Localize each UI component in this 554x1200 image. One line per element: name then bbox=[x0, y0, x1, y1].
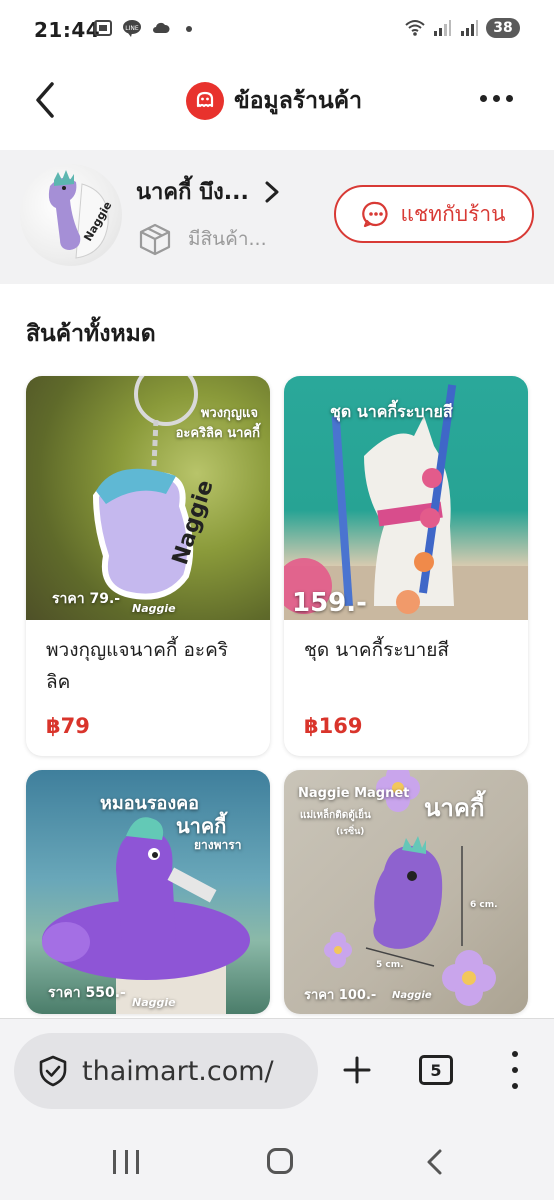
svg-text:LINE: LINE bbox=[125, 25, 139, 32]
product-card[interactable]: Naggie Magnet แม่เหล็กติดตู้เย็น (เรซิ่น… bbox=[284, 770, 528, 1014]
dot bbox=[512, 1051, 518, 1057]
image-overlay-title: ชุด นาคกี้ระบายสี bbox=[330, 402, 453, 421]
shop-name: นาคกี้ บึง... bbox=[136, 180, 249, 205]
image-overlay-subtitle: แม่เหล็กติดตู้เย็น bbox=[300, 810, 371, 821]
bar bbox=[124, 1150, 128, 1174]
new-tab-button[interactable] bbox=[342, 1055, 372, 1085]
image-overlay-brand: Naggie bbox=[132, 996, 176, 1009]
browser-toolbar: thaimart.com/ 5 bbox=[0, 1018, 554, 1122]
shop-subtitle-row: มีสินค้า... bbox=[138, 222, 267, 256]
product-info: ชุด นาคกี้ระบายสี ฿169 bbox=[284, 620, 528, 756]
image-overlay-title: Naggie Magnet bbox=[298, 786, 410, 801]
app-header: ข้อมูลร้านค้า bbox=[0, 62, 554, 148]
recents-button[interactable] bbox=[113, 1150, 139, 1174]
product-image: ชุด นาคกี้ระบายสี 159.- bbox=[284, 376, 528, 620]
product-image: Naggie Magnet แม่เหล็กติดตู้เย็น (เรซิ่น… bbox=[284, 770, 528, 1014]
image-overlay-brand: Naggie bbox=[392, 990, 432, 1001]
product-grid: Naggie พวงกุญแจ อะคริลิค นาคกี้ ราคา 79.… bbox=[26, 376, 528, 1014]
chat-with-shop-button[interactable]: แชทกับร้าน bbox=[334, 185, 534, 243]
status-notification-icons: LINE bbox=[93, 18, 192, 38]
browser-menu-button[interactable] bbox=[510, 1051, 520, 1089]
image-overlay-price: 159.- bbox=[292, 588, 367, 618]
product-card[interactable]: หมอนรองคอ นาคกี้ ยางพารา ราคา 550.- Nagg… bbox=[26, 770, 270, 1014]
image-overlay-subtitle: อะคริลิค นาคกี้ bbox=[175, 426, 260, 441]
screenshot-icon bbox=[94, 20, 112, 36]
product-price: ฿169 bbox=[304, 714, 363, 738]
product-price: ฿79 bbox=[46, 714, 90, 738]
product-card[interactable]: Naggie พวงกุญแจ อะคริลิค นาคกี้ ราคา 79.… bbox=[26, 376, 270, 756]
image-overlay-subtitle: ยางพารา bbox=[194, 838, 242, 852]
product-title: พวงกุญแจนาคกี้ อะคริลิค bbox=[46, 639, 228, 693]
image-overlay-price: ราคา 550.- bbox=[48, 985, 126, 1001]
line-icon: LINE bbox=[123, 20, 141, 37]
shop-avatar[interactable]: Naggie bbox=[20, 164, 122, 266]
product-info: พวงกุญแจนาคกี้ อะคริลิค ฿79 bbox=[26, 620, 270, 756]
status-time: 21:44 bbox=[34, 18, 101, 42]
naggie-mascot-icon: Naggie bbox=[48, 170, 114, 259]
dot bbox=[512, 1067, 518, 1073]
shop-logo-icon bbox=[186, 82, 224, 120]
cloud-icon bbox=[153, 22, 170, 33]
shop-info-section: Naggie นาคกี้ บึง... มีสินค้า... แชทกับร… bbox=[0, 150, 554, 284]
image-overlay-title: พวงกุญแจ bbox=[200, 406, 258, 421]
signal-icon bbox=[461, 20, 478, 36]
system-nav-bar bbox=[0, 1122, 554, 1200]
wifi-icon bbox=[405, 20, 425, 36]
product-image: หมอนรองคอ นาคกี้ ยางพารา ราคา 550.- Nagg… bbox=[26, 770, 270, 1014]
system-back-button[interactable] bbox=[424, 1148, 444, 1176]
dot bbox=[480, 94, 487, 102]
image-overlay-dimension: 6 cm. bbox=[470, 900, 498, 910]
image-overlay-brand: Naggie bbox=[132, 602, 176, 615]
image-overlay-price: ราคา 100.- bbox=[304, 988, 377, 1003]
shield-check-icon[interactable] bbox=[36, 1054, 70, 1088]
url-text: thaimart.com/ bbox=[82, 1055, 274, 1087]
product-card[interactable]: ชุด นาคกี้ระบายสี 159.- ชุด นาคกี้ระบายส… bbox=[284, 376, 528, 756]
chevron-right-icon bbox=[265, 181, 279, 202]
battery-indicator: 38 bbox=[486, 18, 520, 38]
status-system-icons: 38 bbox=[405, 18, 520, 38]
home-button[interactable] bbox=[267, 1148, 293, 1174]
dot bbox=[512, 1083, 518, 1089]
notification-dot bbox=[186, 26, 192, 32]
chat-button-label: แชทกับร้าน bbox=[400, 201, 506, 226]
image-overlay-subtitle: (เรซิ่น) bbox=[336, 827, 365, 837]
bar bbox=[136, 1150, 139, 1174]
image-overlay-price: ราคา 79.- bbox=[52, 591, 121, 607]
product-title: ชุด นาคกี้ระบายสี bbox=[304, 639, 450, 661]
image-overlay-name: นาคกี้ bbox=[424, 794, 485, 822]
box-icon bbox=[139, 223, 171, 256]
image-overlay-dimension: 5 cm. bbox=[376, 960, 404, 970]
page-title: ข้อมูลร้านค้า bbox=[234, 88, 363, 114]
back-button[interactable] bbox=[26, 78, 66, 122]
shop-name-row[interactable]: นาคกี้ บึง... bbox=[136, 174, 281, 209]
address-bar[interactable]: thaimart.com/ bbox=[14, 1033, 318, 1109]
tab-switcher-button[interactable]: 5 bbox=[419, 1055, 453, 1085]
product-image: Naggie พวงกุญแจ อะคริลิค นาคกี้ ราคา 79.… bbox=[26, 376, 270, 620]
more-options-button[interactable] bbox=[480, 88, 514, 108]
bar bbox=[113, 1150, 116, 1174]
magnet-illustration bbox=[324, 770, 496, 1006]
page-title-group: ข้อมูลร้านค้า bbox=[186, 82, 362, 120]
signal-icon bbox=[434, 20, 451, 36]
section-title: สินค้าทั้งหมด bbox=[26, 321, 156, 347]
dot bbox=[493, 94, 500, 102]
status-bar: 21:44 LINE 38 bbox=[0, 0, 554, 62]
dot bbox=[506, 94, 513, 102]
chat-bubble-icon bbox=[362, 201, 389, 228]
shop-subtitle: มีสินค้า... bbox=[188, 228, 267, 250]
